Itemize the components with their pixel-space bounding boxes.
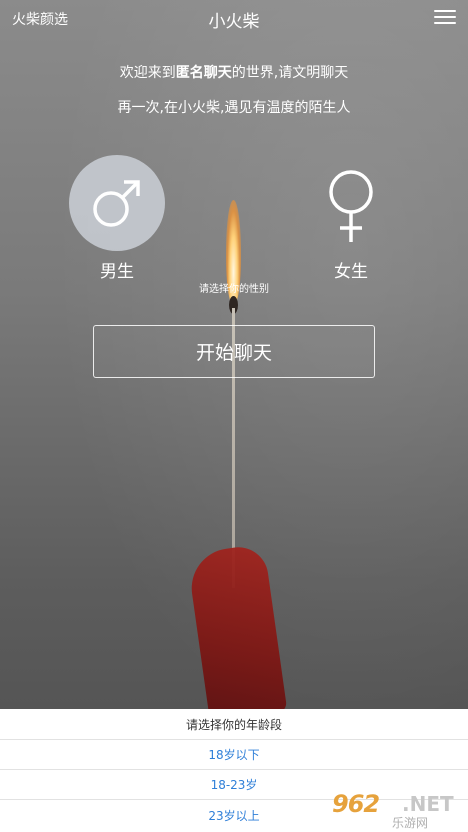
welcome-suffix: 的世界,请文明聊天 (231, 65, 349, 81)
watermark-suffix: .NET (402, 792, 454, 816)
welcome-text: 欢迎来到匿名聊天的世界,请文明聊天 (0, 62, 468, 82)
male-label: 男生 (100, 262, 134, 282)
top-bar: 火柴颜选 小火柴 (0, 0, 468, 40)
age-sheet-title: 请选择你的年龄段 (0, 709, 468, 740)
watermark-logo: 962 .NET 乐游网 (330, 790, 460, 830)
female-symbol-icon (329, 170, 373, 242)
male-symbol-icon (93, 180, 140, 227)
age-option-under-18[interactable]: 18岁以下 (0, 740, 468, 770)
gender-option-female[interactable]: 女生 (303, 155, 399, 282)
gender-option-male[interactable]: 男生 (69, 155, 165, 282)
welcome-subline: 再一次,在小火柴,遇见有温度的陌生人 (117, 100, 351, 116)
page-title: 小火柴 (208, 12, 260, 32)
female-circle[interactable] (303, 155, 399, 251)
female-label: 女生 (334, 262, 368, 282)
watermark-sub: 乐游网 (392, 816, 429, 830)
welcome-prefix: 欢迎来到 (119, 65, 176, 81)
male-selected-circle[interactable] (69, 155, 165, 251)
hamburger-menu-icon[interactable] (434, 8, 456, 26)
welcome-highlight: 匿名聊天 (175, 65, 232, 81)
gender-prompt: 请选择你的性别 (199, 284, 269, 295)
start-chat-button[interactable]: 开始聊天 (93, 325, 375, 378)
watermark-number: 962 (332, 790, 380, 818)
